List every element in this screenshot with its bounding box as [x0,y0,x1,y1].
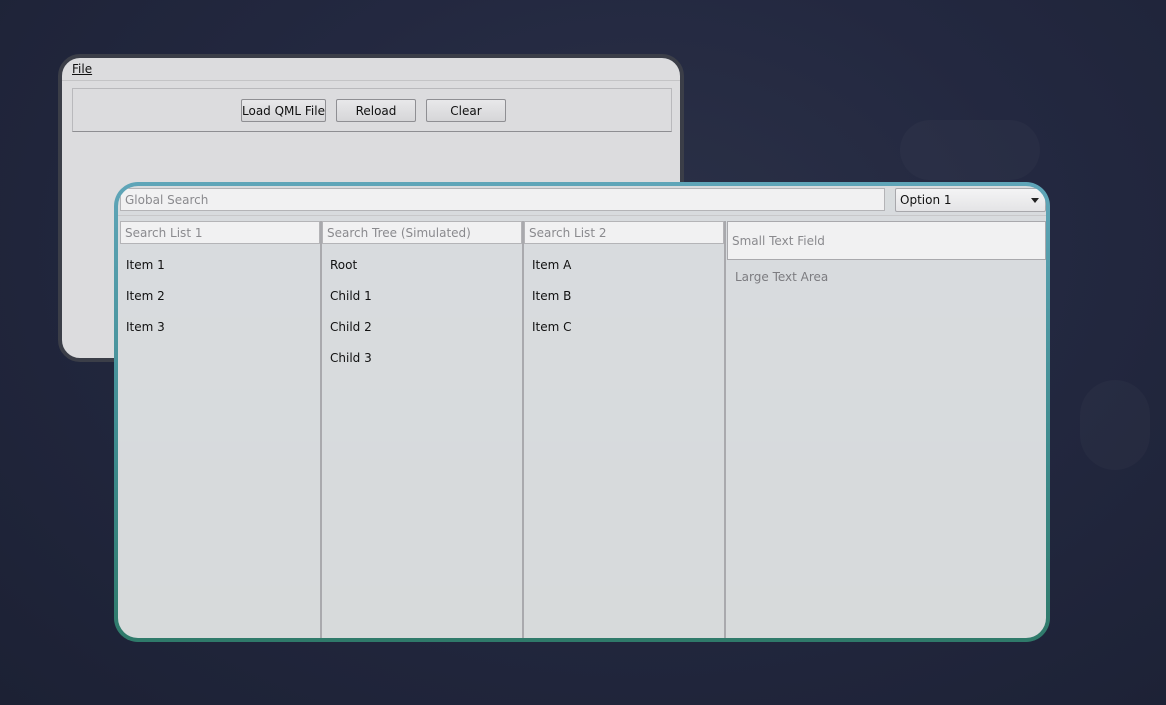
list-item[interactable]: Item 3 [126,320,165,334]
background-shape [1080,380,1150,470]
list-item[interactable]: Item 2 [126,289,165,303]
reload-button[interactable]: Reload [336,99,416,122]
tree-panel: Root Child 1 Child 2 Child 3 [322,221,524,638]
clear-button[interactable]: Clear [426,99,506,122]
small-text-field[interactable] [727,221,1046,260]
tree-item[interactable]: Child 2 [330,320,372,334]
tree-item[interactable]: Child 1 [330,289,372,303]
toolbar: Load QML File Reload Clear [72,88,672,132]
list-item[interactable]: Item A [532,258,571,272]
load-qml-file-button[interactable]: Load QML File [241,99,326,122]
menu-file-label: File [72,62,93,76]
qml-preview-window: Option 1 Item 1 Item 2 Item 3 Root Child… [114,182,1050,642]
search-tree-input[interactable] [322,221,522,244]
list-item[interactable]: Item 1 [126,258,165,272]
search-list1-input[interactable] [120,221,320,244]
large-text-area[interactable] [725,260,1046,638]
tree-item[interactable]: Child 3 [330,351,372,365]
search-list2-input[interactable] [524,221,724,244]
option-combobox[interactable]: Option 1 [895,188,1046,212]
chevron-down-icon [1031,198,1039,203]
menu-file[interactable]: File [72,62,92,76]
combobox-value: Option 1 [900,193,952,207]
list1-panel: Item 1 Item 2 Item 3 [118,221,322,638]
menubar: File [62,58,680,81]
global-search-input[interactable] [120,188,885,211]
list2-panel: Item A Item B Item C [524,221,726,638]
background-shape [900,120,1040,180]
list-item[interactable]: Item C [532,320,572,334]
tree-item[interactable]: Root [330,258,357,272]
list-item[interactable]: Item B [532,289,571,303]
qml-preview-content: Option 1 Item 1 Item 2 Item 3 Root Child… [118,186,1046,638]
divider [118,215,1046,216]
